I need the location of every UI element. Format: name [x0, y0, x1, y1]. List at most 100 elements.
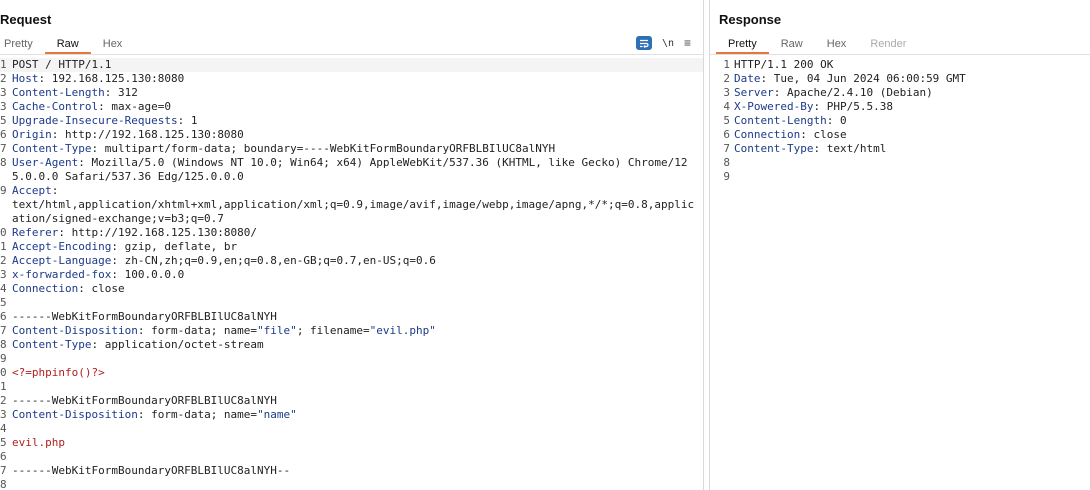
plain-text: : http://192.168.125.130:8080/	[58, 226, 258, 239]
request-tab-raw[interactable]: Raw	[44, 37, 91, 54]
plain-text: ; filename=	[296, 324, 370, 337]
menu-icon[interactable]: ≡	[684, 37, 691, 49]
code-text: ------WebKitFormBoundaryORFBLBIlUC8alNYH	[10, 310, 703, 324]
plain-text: HTTP/1.1 200 OK	[734, 58, 834, 71]
code-line: 5 Content-Length: 0	[710, 114, 1090, 128]
string-value: "name"	[257, 408, 297, 421]
line-number: 9	[0, 184, 7, 197]
plain-text: : 312	[104, 86, 138, 99]
plain-text: : 192.168.125.130:8080	[38, 72, 185, 85]
plain-text: POST / HTTP/1.1	[12, 58, 112, 71]
code-line: 7 Content-Type: multipart/form-data; boun…	[0, 142, 703, 156]
payload-text: evil.php	[12, 436, 65, 449]
code-text: Connection: close	[10, 282, 703, 296]
plain-text: : zh-CN,zh;q=0.9,en;q=0.8,en-GB;q=0.7,en…	[111, 254, 436, 267]
line-number: 8	[0, 478, 7, 490]
plain-text: ------WebKitFormBoundaryORFBLBIlUC8alNYH	[12, 394, 277, 407]
code-text: <?=phpinfo()?>	[10, 366, 703, 380]
header-name: Server	[734, 86, 774, 99]
code-text: X-Powered-By: PHP/5.5.38	[732, 100, 1090, 114]
pane-splitter[interactable]	[703, 0, 710, 490]
code-line: 9	[0, 352, 703, 366]
line-number: 7	[0, 142, 7, 155]
code-line: 2 Date: Tue, 04 Jun 2024 06:00:59 GMT	[710, 72, 1090, 86]
plain-text: : form-data; name=	[137, 324, 258, 337]
line-number: 1	[0, 380, 7, 393]
plain-text: : Apache/2.4.10 (Debian)	[773, 86, 933, 99]
plain-text: : form-data; name=	[137, 408, 258, 421]
code-line: 1 POST / HTTP/1.1	[0, 58, 703, 72]
payload-text: <?=phpinfo()?>	[12, 366, 105, 379]
header-name: x-forwarded-fox	[12, 268, 112, 281]
plain-text: : multipart/form-data; boundary=----WebK…	[91, 142, 556, 155]
code-text: Accept-Language: zh-CN,zh;q=0.9,en;q=0.8…	[10, 254, 703, 268]
request-panel: Request Pretty Raw Hex \n ≡ 1 POST / HTTP/1…	[0, 0, 703, 490]
code-text: Accept-Encoding: gzip, deflate, br	[10, 240, 703, 254]
request-tab-pretty[interactable]: Pretty	[0, 37, 45, 54]
header-name: Accept-Language	[12, 254, 112, 267]
code-line: 4 Connection: close	[0, 282, 703, 296]
code-line: 1	[0, 380, 703, 394]
plain-text: : text/html	[813, 142, 887, 155]
response-tab-hex[interactable]: Hex	[815, 37, 859, 54]
plain-text: ------WebKitFormBoundaryORFBLBIlUC8alNYH…	[12, 464, 291, 477]
code-text: Upgrade-Insecure-Requests: 1	[10, 114, 703, 128]
request-editor[interactable]: 1 POST / HTTP/1.1 2 Host: 192.168.125.130:8…	[0, 58, 703, 490]
code-text: Accept: text/html,application/xhtml+xml,…	[10, 184, 703, 226]
code-text: Content-Disposition: form-data; name="na…	[10, 408, 703, 422]
request-tab-hex[interactable]: Hex	[91, 37, 135, 54]
line-number: 6	[723, 128, 730, 141]
line-number: 5	[0, 436, 7, 449]
line-number: 3	[0, 86, 7, 99]
request-title: Request	[0, 12, 52, 27]
code-text: ------WebKitFormBoundaryORFBLBIlUC8alNYH…	[10, 464, 703, 478]
plain-text: : close	[78, 282, 125, 295]
string-value: "evil.php"	[369, 324, 436, 337]
code-line: 0 <?=phpinfo()?>	[0, 366, 703, 380]
line-number: 3	[0, 408, 7, 421]
header-name: Host	[12, 72, 39, 85]
code-line: 3 x-forwarded-fox: 100.0.0.0	[0, 268, 703, 282]
line-number: 7	[0, 464, 7, 477]
code-line: 2 ------WebKitFormBoundaryORFBLBIlUC8alNY…	[0, 394, 703, 408]
code-line: 8 Content-Type: application/octet-stream	[0, 338, 703, 352]
line-number: 2	[0, 394, 7, 407]
header-name: Referer	[12, 226, 59, 239]
plain-text: : 1	[177, 114, 198, 127]
line-number: 8	[0, 338, 7, 351]
code-line: 6 ------WebKitFormBoundaryORFBLBIlUC8alNY…	[0, 310, 703, 324]
line-number: 3	[0, 268, 7, 281]
line-number: 3	[723, 86, 730, 99]
text-wrap-icon[interactable]	[635, 36, 652, 50]
header-name: Accept-Encoding	[12, 240, 112, 253]
line-number: 0	[0, 366, 7, 379]
code-line: 3 Content-Disposition: form-data; name="n…	[0, 408, 703, 422]
header-name: User-Agent	[12, 156, 79, 169]
code-text: User-Agent: Mozilla/5.0 (Windows NT 10.0…	[10, 156, 703, 184]
response-tab-raw[interactable]: Raw	[769, 37, 815, 54]
plain-text: ------WebKitFormBoundaryORFBLBIlUC8alNYH	[12, 310, 277, 323]
header-name: Content-Type	[12, 338, 92, 351]
line-number: 4	[723, 100, 730, 113]
line-number: 4	[0, 422, 7, 435]
line-number: 9	[723, 170, 730, 183]
code-line: 4 X-Powered-By: PHP/5.5.38	[710, 100, 1090, 114]
header-name: Content-Type	[734, 142, 814, 155]
header-name: Content-Length	[12, 86, 105, 99]
response-tabs: Pretty Raw Hex Render	[716, 37, 918, 55]
code-line: 9 Accept: text/html,application/xhtml+xml…	[0, 184, 703, 226]
response-tab-pretty[interactable]: Pretty	[716, 37, 769, 54]
show-newlines-button[interactable]: \n	[662, 38, 674, 49]
line-number: 7	[0, 324, 7, 337]
code-text: Content-Type: text/html	[732, 142, 1090, 156]
line-number: 5	[723, 114, 730, 127]
code-line: 2 Accept-Language: zh-CN,zh;q=0.9,en;q=0.…	[0, 254, 703, 268]
line-number: 2	[0, 72, 7, 85]
plain-text: : Tue, 04 Jun 2024 06:00:59 GMT	[760, 72, 966, 85]
code-text: Referer: http://192.168.125.130:8080/	[10, 226, 703, 240]
header-name: Origin	[12, 128, 52, 141]
line-number: 5	[0, 114, 7, 127]
response-editor[interactable]: 1 HTTP/1.1 200 OK 2 Date: Tue, 04 Jun 2024 …	[710, 58, 1090, 490]
code-text: Content-Length: 0	[732, 114, 1090, 128]
code-line: 3 Server: Apache/2.4.10 (Debian)	[710, 86, 1090, 100]
